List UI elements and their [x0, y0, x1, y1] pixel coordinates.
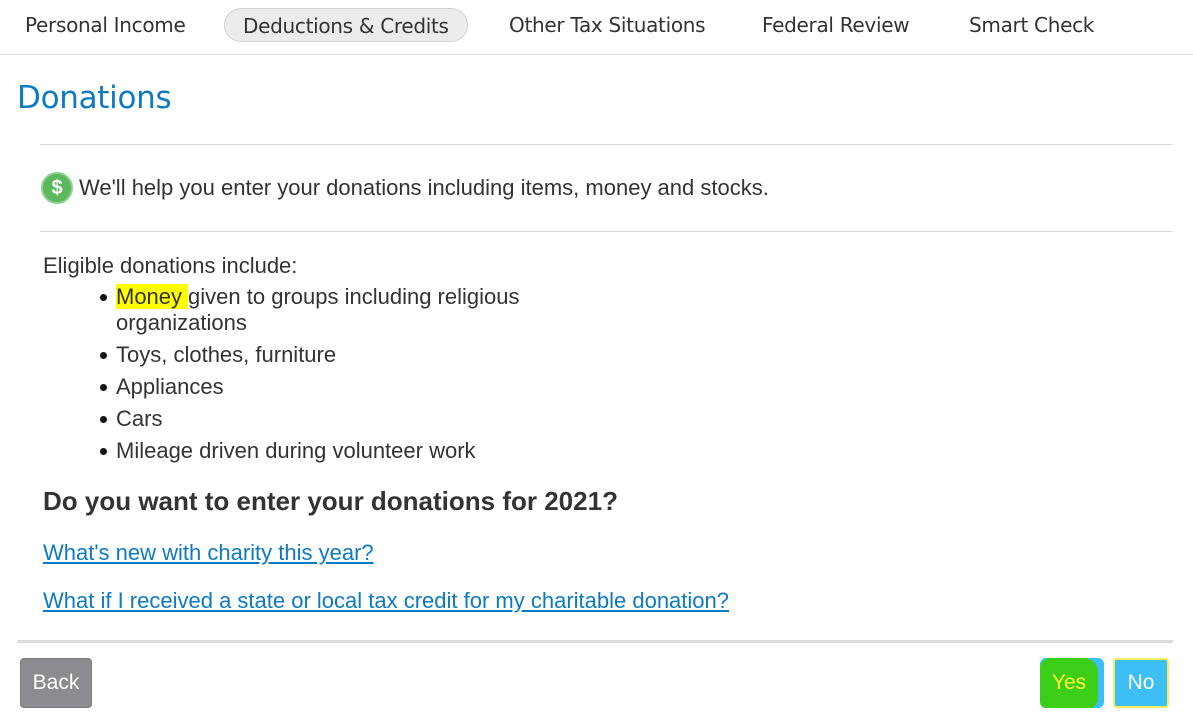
highlighted-word: Money — [116, 284, 189, 309]
tab-smart-check[interactable]: Smart Check — [969, 8, 1094, 42]
yes-button[interactable]: Yes — [1040, 658, 1104, 708]
tab-personal-income[interactable]: Personal Income — [25, 8, 186, 42]
question-heading: Do you want to enter your donations for … — [43, 486, 618, 516]
link-whats-new-charity[interactable]: What's new with charity this year? — [43, 540, 374, 566]
list-item: Appliances — [98, 374, 558, 400]
no-button[interactable]: No — [1113, 658, 1169, 708]
intro-text: We'll help you enter your donations incl… — [79, 175, 769, 200]
list-item-text: Toys, clothes, furniture — [116, 342, 337, 367]
list-item-text: Appliances — [116, 374, 224, 399]
intro-row: $ We'll help you enter your donations in… — [41, 172, 769, 204]
list-item: Money given to groups including religious… — [98, 284, 558, 336]
divider — [40, 231, 1173, 232]
yes-button-label: Yes — [1051, 671, 1087, 694]
tab-other-tax-situations[interactable]: Other Tax Situations — [509, 8, 706, 42]
dollar-sign-icon: $ — [41, 172, 73, 204]
footer-divider — [17, 640, 1173, 643]
list-item-text: Cars — [116, 406, 163, 431]
list-item-text: Mileage driven during volunteer work — [116, 438, 476, 463]
link-state-local-tax-credit[interactable]: What if I received a state or local tax … — [43, 588, 729, 614]
eligible-heading: Eligible donations include: — [43, 253, 298, 278]
eligible-list: Money given to groups including religious… — [98, 284, 558, 470]
back-button[interactable]: Back — [20, 658, 92, 708]
list-item: Cars — [98, 406, 558, 432]
list-item: Toys, clothes, furniture — [98, 342, 558, 368]
tab-federal-review[interactable]: Federal Review — [762, 8, 910, 42]
list-item: Mileage driven during volunteer work — [98, 438, 558, 464]
tab-deductions-credits[interactable]: Deductions & Credits — [224, 8, 468, 42]
divider — [40, 144, 1173, 145]
page-title: Donations — [17, 80, 172, 116]
top-navigation: Personal Income Deductions & Credits Oth… — [0, 0, 1193, 55]
